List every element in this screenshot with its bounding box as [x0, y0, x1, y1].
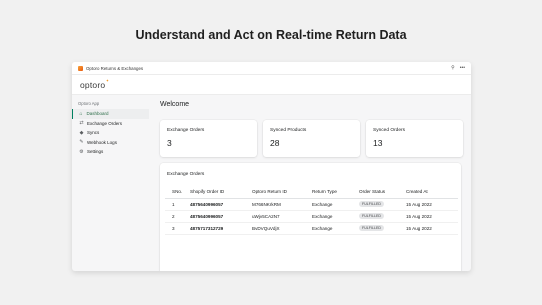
- exchange-orders-card: Exchange Orders SNo. Shopify Order ID Op…: [160, 163, 461, 271]
- cell-created-at: 15 Aug 2022: [399, 210, 458, 223]
- sidebar-item-exchange-orders[interactable]: ⇄ Exchange Orders: [72, 119, 149, 129]
- sidebar: Optoro App ⌂ Dashboard ⇄ Exchange Orders…: [72, 96, 149, 271]
- home-icon: ⌂: [79, 110, 83, 117]
- sidebar-item-label: Webhook Logs: [87, 139, 117, 145]
- pin-icon[interactable]: ⚲: [451, 65, 455, 71]
- status-badge: FULFILLED: [359, 225, 384, 231]
- cell-order-status: FULFILLED: [352, 198, 399, 211]
- exchange-icon: ⇄: [79, 120, 84, 127]
- app-icon: [78, 65, 83, 71]
- stat-card-synced-orders: Synced Orders 13: [366, 120, 463, 157]
- main-content: Welcome Exchange Orders 3 Synced Product…: [160, 96, 463, 271]
- status-badge: FULFILLED: [359, 213, 384, 219]
- cell-optoro-return-id: uWjv5CA2N7: [245, 210, 305, 223]
- sidebar-item-label: Settings: [87, 149, 104, 155]
- stat-value: 3: [167, 138, 172, 148]
- cell-order-status: FULFILLED: [352, 210, 399, 223]
- table-row[interactable]: 3 4875717312729 BvDVQuVdjX Exchange FULF…: [165, 222, 458, 235]
- cell-return-type: Exchange: [305, 198, 352, 211]
- cell-optoro-return-id: M766NKrkRM: [245, 198, 305, 211]
- app-window: Optoro Returns & Exchanges ⚲ ••• optoro ✦…: [72, 62, 471, 271]
- cell-order-status: FULFILLED: [352, 222, 399, 235]
- brand-bar: optoro ✦: [72, 75, 471, 95]
- cell-created-at: 15 Aug 2022: [399, 222, 458, 235]
- column-header: Return Type: [305, 185, 352, 199]
- wrench-icon: ✎: [79, 139, 84, 146]
- window-title: Optoro Returns & Exchanges: [86, 65, 144, 71]
- stat-value: 28: [270, 138, 280, 148]
- gear-icon: ⚙: [79, 148, 84, 155]
- more-icon[interactable]: •••: [460, 65, 465, 71]
- stat-label: Exchange Orders: [167, 128, 205, 133]
- page-headline: Understand and Act on Real-time Return D…: [135, 28, 407, 42]
- tag-icon: ◆: [79, 129, 84, 136]
- sidebar-item-webhook-logs[interactable]: ✎ Webhook Logs: [72, 138, 149, 148]
- stat-value: 13: [373, 138, 383, 148]
- cell-shopify-order-id: 4875640996057: [183, 210, 245, 223]
- cell-sno: 2: [165, 210, 183, 223]
- exchange-orders-table: SNo. Shopify Order ID Optoro Return ID R…: [165, 185, 458, 235]
- sidebar-item-label: Exchange Orders: [87, 120, 123, 126]
- stat-label: Synced Products: [270, 128, 307, 133]
- table-row[interactable]: 2 4875640996057 uWjv5CA2N7 Exchange FULF…: [165, 210, 458, 223]
- cell-created-at: 15 Aug 2022: [399, 198, 458, 211]
- sidebar-section-label: Optoro App: [78, 101, 100, 106]
- column-header: Optoro Return ID: [245, 185, 305, 199]
- column-header: Shopify Order ID: [183, 185, 245, 199]
- sidebar-item-label: Dashboard: [86, 111, 109, 117]
- stat-card-synced-products: Synced Products 28: [263, 120, 360, 157]
- status-badge: FULFILLED: [359, 201, 384, 207]
- table-header-row: SNo. Shopify Order ID Optoro Return ID R…: [165, 185, 458, 199]
- cell-sno: 1: [165, 198, 183, 211]
- column-header: Created At: [399, 185, 458, 199]
- sidebar-item-dashboard[interactable]: ⌂ Dashboard: [72, 109, 149, 119]
- cell-shopify-order-id: 4875717312729: [183, 222, 245, 235]
- cell-shopify-order-id: 4875640996057: [183, 198, 245, 211]
- sidebar-item-syncs[interactable]: ◆ Syncs: [72, 128, 149, 138]
- sidebar-item-label: Syncs: [87, 130, 100, 136]
- stat-label: Synced Orders: [373, 128, 405, 133]
- stat-card-exchange-orders: Exchange Orders 3: [160, 120, 257, 157]
- window-titlebar: Optoro Returns & Exchanges ⚲ •••: [72, 62, 471, 75]
- cell-return-type: Exchange: [305, 222, 352, 235]
- column-header: Order Status: [352, 185, 399, 199]
- optoro-logo[interactable]: optoro ✦: [80, 78, 109, 90]
- cell-optoro-return-id: BvDVQuVdjX: [245, 222, 305, 235]
- table-row[interactable]: 1 4875640996057 M766NKrkRM Exchange FULF…: [165, 198, 458, 211]
- cell-sno: 3: [165, 222, 183, 235]
- sidebar-item-settings[interactable]: ⚙ Settings: [72, 147, 149, 157]
- page-title: Welcome: [160, 101, 190, 108]
- table-title: Exchange Orders: [167, 172, 205, 177]
- cell-return-type: Exchange: [305, 210, 352, 223]
- column-header: SNo.: [165, 185, 183, 199]
